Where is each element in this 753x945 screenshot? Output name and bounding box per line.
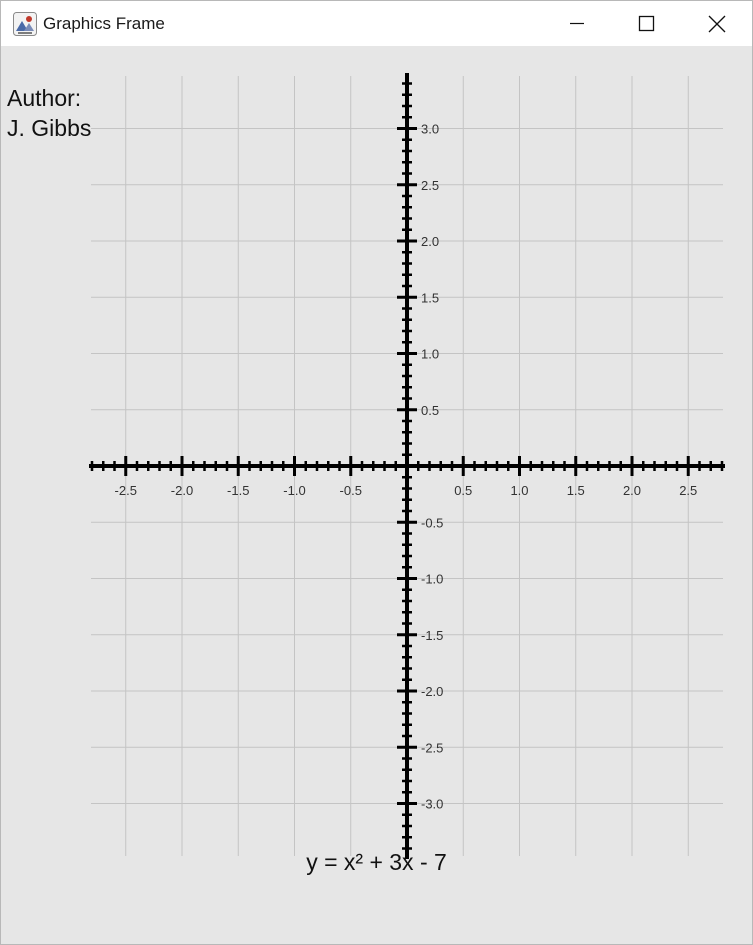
- maximize-icon: [638, 15, 655, 32]
- x-tick-label: -2.0: [171, 483, 193, 498]
- y-tick-label: 1.0: [421, 347, 439, 362]
- y-tick-label: -3.0: [421, 797, 443, 812]
- java-app-icon: [13, 12, 37, 36]
- y-tick-label: 0.5: [421, 403, 439, 418]
- x-tick-label: 1.0: [510, 483, 528, 498]
- close-button[interactable]: [694, 1, 740, 46]
- x-tick-label: 1.5: [567, 483, 585, 498]
- axes: [89, 73, 725, 859]
- x-tick-label: -2.5: [115, 483, 137, 498]
- author-label: Author:: [7, 85, 82, 111]
- x-tick-label: 2.5: [679, 483, 697, 498]
- x-tick-label: -1.5: [227, 483, 249, 498]
- y-tick-label: -1.0: [421, 572, 443, 587]
- x-tick-label: 0.5: [454, 483, 472, 498]
- y-tick-label: 2.5: [421, 178, 439, 193]
- y-tick-label: 3.0: [421, 122, 439, 137]
- cartesian-plot: -2.5 -2.0 -1.5 -1.0 -0.5 0.5 1.0 1.5 2.0 2.5 3.0 2.…: [89, 73, 725, 859]
- title-bar[interactable]: Graphics Frame: [1, 1, 752, 46]
- y-tick-label: -0.5: [421, 515, 443, 530]
- equation-label: y = x² + 3x - 7: [306, 849, 447, 875]
- x-tick-label: -0.5: [340, 483, 362, 498]
- x-tick-label: -1.0: [283, 483, 305, 498]
- y-tick-label: -2.0: [421, 684, 443, 699]
- minimize-icon: [570, 22, 584, 25]
- y-tick-label: 1.5: [421, 290, 439, 305]
- x-tick-label: 2.0: [623, 483, 641, 498]
- y-tick-label: 2.0: [421, 234, 439, 249]
- y-tick-label: -1.5: [421, 628, 443, 643]
- y-tick-label: -2.5: [421, 740, 443, 755]
- graphics-canvas: -2.5 -2.0 -1.5 -1.0 -0.5 0.5 1.0 1.5 2.0 2.5 3.0 2.…: [1, 46, 752, 944]
- maximize-button[interactable]: [623, 1, 669, 46]
- graphics-frame-window: Graphics Frame -2.5 -2.0 -1.5 -1.0 -0.5 0.5 1.…: [0, 0, 753, 945]
- author-name: J. Gibbs: [7, 115, 92, 141]
- close-icon: [708, 15, 726, 33]
- window-title: Graphics Frame: [43, 14, 165, 33]
- minimize-button[interactable]: [554, 1, 600, 46]
